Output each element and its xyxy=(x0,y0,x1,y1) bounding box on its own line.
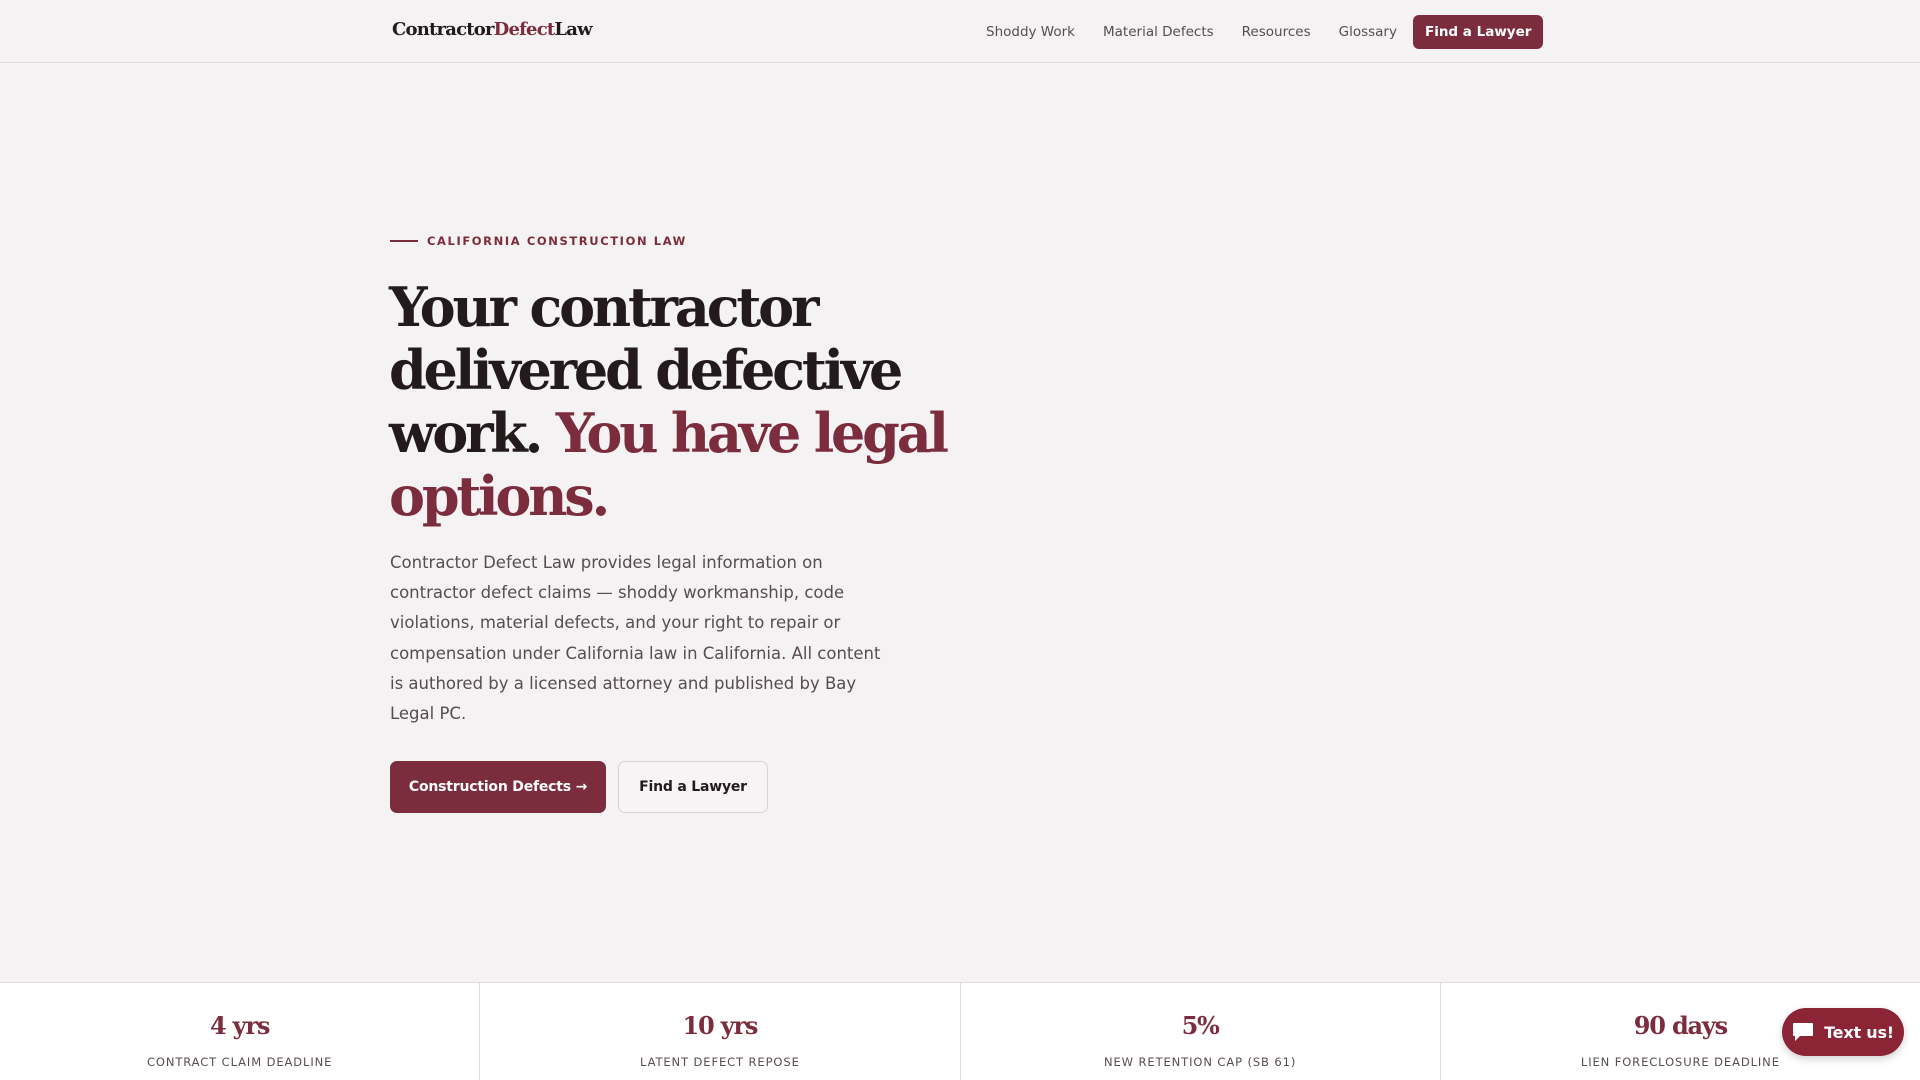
eyebrow-rule xyxy=(390,240,418,242)
hero-lede: Contractor Defect Law provides legal inf… xyxy=(390,553,881,724)
stats-bar: 4 yrs CONTRACT CLAIM DEADLINE 10 yrs LAT… xyxy=(0,982,1920,1080)
main-nav: Shoddy Work Material Defects Resources G… xyxy=(986,14,1544,49)
stat-retention-cap: 5% NEW RETENTION CAP (SB 61) xyxy=(961,983,1441,1080)
text-us-label: Text us! xyxy=(1824,1022,1894,1042)
hero-eyebrow: CALIFORNIA CONSTRUCTION LAW xyxy=(390,234,687,248)
logo-part-law: Law xyxy=(554,19,592,40)
stat-label: LATENT DEFECT REPOSE xyxy=(640,1055,800,1069)
chat-bubble-icon xyxy=(1793,1023,1814,1041)
nav-item-shoddy-work[interactable]: Shoddy Work xyxy=(986,24,1075,40)
stat-value: 5% xyxy=(1181,1011,1220,1040)
stat-label: NEW RETENTION CAP (SB 61) xyxy=(1104,1055,1297,1069)
text-us-chat-button[interactable]: Text us! xyxy=(1782,1008,1904,1056)
find-lawyer-button[interactable]: Find a Lawyer xyxy=(618,761,768,813)
logo-part-defect: Defect xyxy=(493,19,556,40)
eyebrow-text: CALIFORNIA CONSTRUCTION LAW xyxy=(427,234,687,248)
stat-value: 10 yrs xyxy=(682,1011,759,1040)
stat-label: CONTRACT CLAIM DEADLINE xyxy=(146,1055,333,1069)
stat-contract-claim: 4 yrs CONTRACT CLAIM DEADLINE xyxy=(0,983,481,1080)
logo-part-contractor: Contractor xyxy=(392,19,494,40)
top-navigation-bar: ContractorDefectLaw Shoddy Work Material… xyxy=(0,0,1920,63)
stat-value: 4 yrs xyxy=(210,1011,270,1040)
site-logo[interactable]: ContractorDefectLaw xyxy=(392,19,593,40)
hero-headline: Your contractor delivered defective work… xyxy=(389,276,949,528)
nav-item-material-defects[interactable]: Material Defects xyxy=(1103,24,1214,40)
nav-find-lawyer-button[interactable]: Find a Lawyer xyxy=(1412,14,1544,49)
nav-item-glossary[interactable]: Glossary xyxy=(1339,24,1397,40)
construction-defects-button[interactable]: Construction Defects → xyxy=(390,761,606,813)
stat-label: LIEN FORECLOSURE DEADLINE xyxy=(1580,1055,1780,1069)
stat-latent-defect: 10 yrs LATENT DEFECT REPOSE xyxy=(480,983,961,1080)
nav-item-resources[interactable]: Resources xyxy=(1242,24,1311,40)
